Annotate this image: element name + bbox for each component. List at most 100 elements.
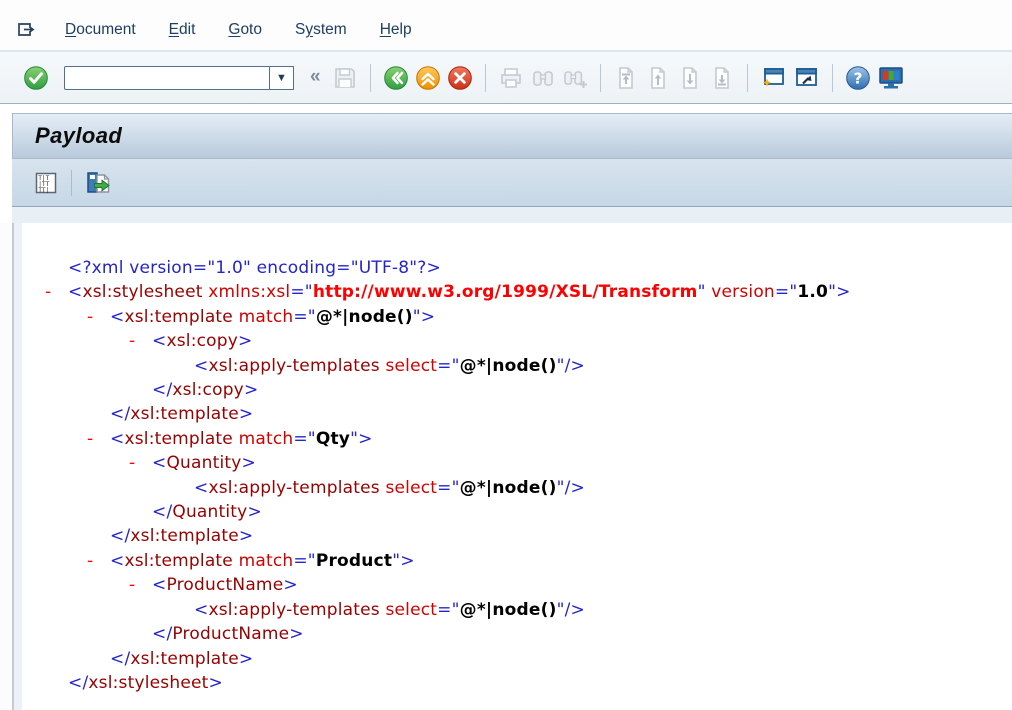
- xml-line: </xsl:template>: [68, 524, 1012, 548]
- collapse-node-marker[interactable]: -: [129, 451, 152, 475]
- find-next-icon: [562, 65, 588, 91]
- xml-token-p: <: [152, 453, 166, 473]
- title-bar: Payload: [12, 113, 1012, 159]
- xml-token-p: </: [152, 502, 172, 522]
- back-button[interactable]: [383, 65, 409, 91]
- xml-token-p: ">: [350, 429, 372, 449]
- xml-line: </xsl:template>: [68, 402, 1012, 426]
- xml-line: -<xsl:template match="Product">: [68, 549, 1012, 573]
- xml-line: </xsl:template>: [68, 647, 1012, 671]
- previous-page-button[interactable]: [645, 65, 671, 91]
- xml-token-p: </: [110, 404, 130, 424]
- xml-token-v: 1.0: [797, 282, 828, 302]
- xml-token-at: select: [380, 478, 437, 498]
- xml-token-at: select: [380, 356, 437, 376]
- left-inner-strip: [14, 223, 22, 710]
- xml-token-at: version: [706, 282, 775, 302]
- xml-token-ns: http://www.w3.org/1999/XSL/Transform: [313, 282, 698, 302]
- table-view-button[interactable]: T|T|TTTT|: [33, 170, 59, 196]
- xml-line: -<xsl:template match="Qty">: [68, 427, 1012, 451]
- xml-token-p: >: [239, 404, 253, 424]
- xml-token-el: xsl:stylesheet: [88, 673, 208, 693]
- last-page-button[interactable]: [709, 65, 735, 91]
- menu-item-document[interactable]: Document: [65, 21, 136, 38]
- collapse-toolbar-button[interactable]: «: [310, 66, 321, 88]
- xml-token-p: >: [209, 673, 223, 693]
- menu-item-system[interactable]: System: [295, 21, 347, 38]
- xml-token-p: ">: [828, 282, 850, 302]
- next-page-button[interactable]: [677, 65, 703, 91]
- menu-item-goto[interactable]: Goto: [228, 21, 262, 38]
- new-session-icon: [760, 65, 787, 91]
- xml-token-at: match: [233, 551, 293, 571]
- back-icon: [383, 65, 409, 91]
- xml-token-p: >: [283, 575, 297, 595]
- xml-token-p: >: [289, 624, 303, 644]
- collapse-node-marker[interactable]: -: [45, 280, 68, 304]
- xml-token-at: match: [233, 429, 293, 449]
- xml-token-p: >: [239, 526, 253, 546]
- command-field-wrap: ▼: [64, 66, 294, 90]
- previous-page-icon: [645, 65, 671, 91]
- xml-token-v: @*|node(): [460, 600, 557, 620]
- xml-line: -<xsl:copy>: [68, 329, 1012, 353]
- new-session-button[interactable]: [760, 65, 787, 91]
- xml-token-p: >: [239, 649, 253, 669]
- customize-layout-button[interactable]: [877, 65, 905, 91]
- toolbar-separator: [485, 64, 486, 92]
- toolbar-separator: [600, 64, 601, 92]
- left-margin: [0, 223, 12, 710]
- print-button[interactable]: [498, 65, 524, 91]
- xml-token-el: xsl:template: [130, 404, 239, 424]
- help-button[interactable]: ?: [845, 65, 871, 91]
- collapse-node-marker[interactable]: -: [87, 549, 110, 573]
- enter-icon: [23, 65, 49, 91]
- xml-token-p: </: [68, 673, 88, 693]
- xml-viewer[interactable]: <?xml version="1.0" encoding="UTF-8"?>-<…: [22, 223, 1012, 710]
- xml-token-p: =": [293, 429, 315, 449]
- xml-token-p: </: [110, 649, 130, 669]
- sap-system-menu-icon[interactable]: [16, 20, 39, 40]
- xml-token-p: <: [110, 429, 124, 449]
- xml-line: -<ProductName>: [68, 573, 1012, 597]
- xml-token-p: <: [110, 551, 124, 571]
- xml-line: </xsl:copy>: [68, 378, 1012, 402]
- collapse-node-marker[interactable]: -: [87, 427, 110, 451]
- menu-item-help[interactable]: Help: [380, 21, 412, 38]
- menu-item-edit[interactable]: Edit: [169, 21, 196, 38]
- exit-button[interactable]: [415, 65, 441, 91]
- xml-token-el: xsl:apply-templates: [208, 478, 379, 498]
- exit-icon: [415, 65, 441, 91]
- xml-token-p: "/>: [557, 478, 585, 498]
- save-button[interactable]: [332, 65, 358, 91]
- customize-layout-icon: [877, 65, 905, 91]
- export-button[interactable]: [84, 169, 113, 196]
- collapse-node-marker[interactable]: -: [129, 329, 152, 353]
- xml-line: <?xml version="1.0" encoding="UTF-8"?>: [68, 256, 1012, 280]
- xml-token-v: @*|node(): [316, 307, 413, 327]
- xml-token-p: =": [437, 478, 459, 498]
- xml-line: </Quantity>: [68, 500, 1012, 524]
- xml-line: <xsl:apply-templates select="@*|node()"/…: [68, 354, 1012, 378]
- create-shortcut-icon: [793, 65, 820, 91]
- xml-line: </xsl:stylesheet>: [68, 671, 1012, 695]
- enter-button[interactable]: [23, 65, 49, 91]
- find-next-button[interactable]: [562, 65, 588, 91]
- cancel-button[interactable]: [447, 65, 473, 91]
- application-toolbar: T|T|TTTT|: [12, 159, 1012, 207]
- menu-items: Document Edit Goto System Help: [65, 21, 445, 39]
- xml-token-p: <: [194, 600, 208, 620]
- first-page-icon: [613, 65, 639, 91]
- collapse-node-marker[interactable]: -: [129, 573, 152, 597]
- find-button[interactable]: [530, 65, 556, 91]
- xml-token-p: =": [290, 282, 312, 302]
- create-shortcut-button[interactable]: [793, 65, 820, 91]
- xml-line: -<xsl:template match="@*|node()">: [68, 305, 1012, 329]
- xml-token-p: =": [293, 551, 315, 571]
- first-page-button[interactable]: [613, 65, 639, 91]
- collapse-node-marker[interactable]: -: [87, 305, 110, 329]
- command-field-dropdown[interactable]: ▼: [270, 66, 294, 90]
- xml-token-v: Qty: [316, 429, 350, 449]
- xml-token-el: xsl:copy: [172, 380, 244, 400]
- command-field[interactable]: [64, 66, 270, 90]
